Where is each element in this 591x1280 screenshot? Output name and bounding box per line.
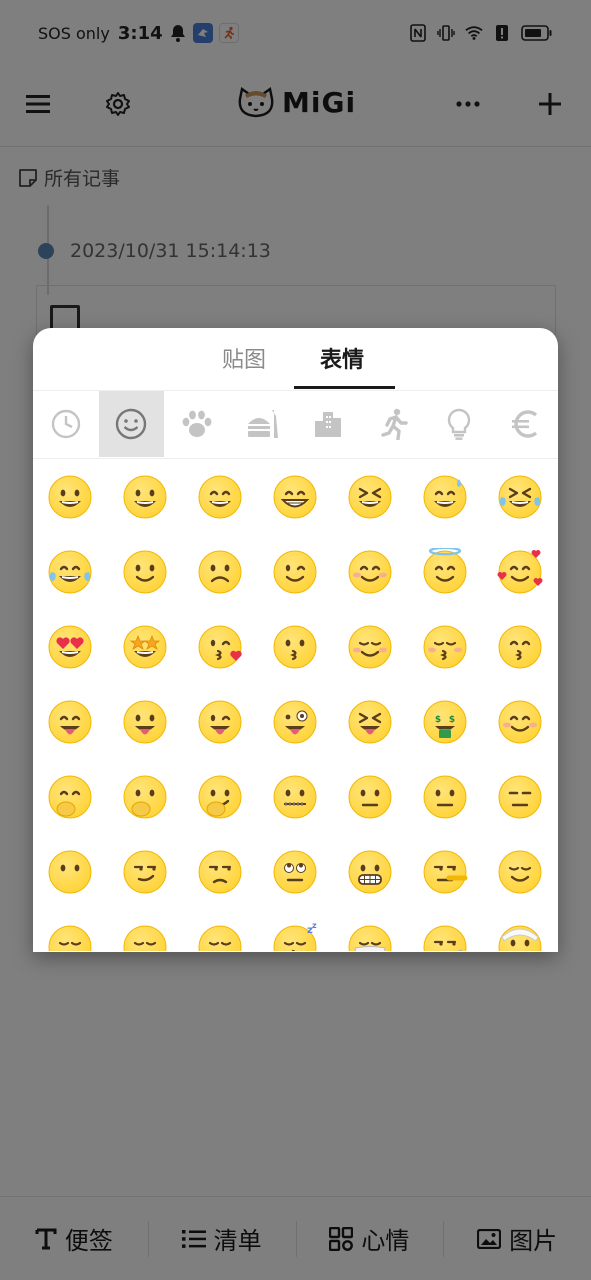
emoji-sweat-smile[interactable] [421,473,469,521]
emoji-star-struck[interactable] [121,623,169,671]
emoji-rolling-on-floor-laughing[interactable] [496,473,544,521]
emoji-hand-over-mouth[interactable] [46,773,94,821]
emoji-smirk[interactable] [121,848,169,896]
emoji-sleepy[interactable] [121,923,169,951]
paw-icon [182,410,212,437]
emoji-grid: $ $ z z [33,459,558,951]
emoji-sheet: 贴图 表情 $ $ z z [33,328,558,952]
sheet-tabs: 贴图 表情 [33,328,558,391]
category-animals[interactable] [164,391,230,457]
emoji-heart-eyes[interactable] [46,623,94,671]
category-recent[interactable] [33,391,99,457]
emoji-money-mouth[interactable]: $ $ [421,698,469,746]
emoji-shushing[interactable] [121,773,169,821]
emoji-smile[interactable] [196,473,244,521]
emoji-thinking[interactable] [196,773,244,821]
emoji-stuck-out-tongue[interactable] [121,698,169,746]
emoji-wink[interactable] [271,548,319,596]
emoji-stuck-out-tongue-winking[interactable] [196,698,244,746]
emoji-grimacing[interactable] [346,848,394,896]
emoji-mask[interactable] [346,923,394,951]
emoji-lying[interactable] [421,848,469,896]
emoji-hugging[interactable] [496,698,544,746]
tab-emoji[interactable]: 表情 [320,342,364,374]
emoji-joy[interactable] [46,548,94,596]
emoji-zany[interactable] [271,698,319,746]
emoji-stuck-out-tongue-closed-eyes[interactable] [346,698,394,746]
emoji-relieved-2[interactable] [196,923,244,951]
category-symbols[interactable] [492,391,558,457]
emoji-blush[interactable] [346,548,394,596]
emoji-expressionless[interactable] [496,773,544,821]
emoji-slightly-smiling[interactable] [121,548,169,596]
emoji-innocent[interactable] [421,546,469,596]
category-smileys[interactable] [98,391,165,457]
category-activities[interactable] [361,391,427,457]
building-icon [315,412,342,437]
emoji-smiley[interactable] [121,473,169,521]
emoji-neutral[interactable] [421,773,469,821]
svg-text:z: z [312,923,317,930]
emoji-grinning[interactable] [46,473,94,521]
emoji-laughing[interactable] [346,473,394,521]
emoji-yum[interactable] [46,698,94,746]
lightbulb-icon [448,408,471,440]
emoji-unamused[interactable] [196,848,244,896]
svg-text:$: $ [449,715,455,725]
emoji-head-bandage[interactable] [496,923,544,951]
running-person-icon [381,408,408,440]
emoji-sleeping[interactable]: zz [271,921,319,951]
emoji-relaxed[interactable] [346,623,394,671]
emoji-kissing[interactable] [271,623,319,671]
emoji-raised-eyebrow[interactable] [346,773,394,821]
emoji-relieved[interactable] [496,848,544,896]
emoji-grin[interactable] [271,473,319,521]
emoji-upside-down[interactable] [196,548,244,596]
emoji-rolling-eyes[interactable] [271,848,319,896]
food-icon [247,410,278,438]
emoji-kissing-heart[interactable] [196,623,244,671]
category-objects[interactable] [427,391,493,457]
emoji-pensive[interactable] [46,923,94,951]
euro-icon [511,410,538,438]
tab-stickers[interactable]: 贴图 [222,342,266,374]
clock-icon [51,409,80,439]
emoji-smiling-with-hearts[interactable] [496,548,544,596]
emoji-categories [33,391,558,459]
tab-underline [294,386,395,389]
category-food[interactable] [230,391,296,457]
emoji-thermometer[interactable] [421,923,469,951]
emoji-no-mouth[interactable] [46,848,94,896]
category-places[interactable] [295,391,361,457]
svg-text:$: $ [435,715,441,725]
emoji-kissing-closed-eyes[interactable] [421,623,469,671]
emoji-zipper-mouth[interactable] [271,773,319,821]
smiley-icon [116,408,147,440]
emoji-kissing-smiling-eyes[interactable] [496,623,544,671]
